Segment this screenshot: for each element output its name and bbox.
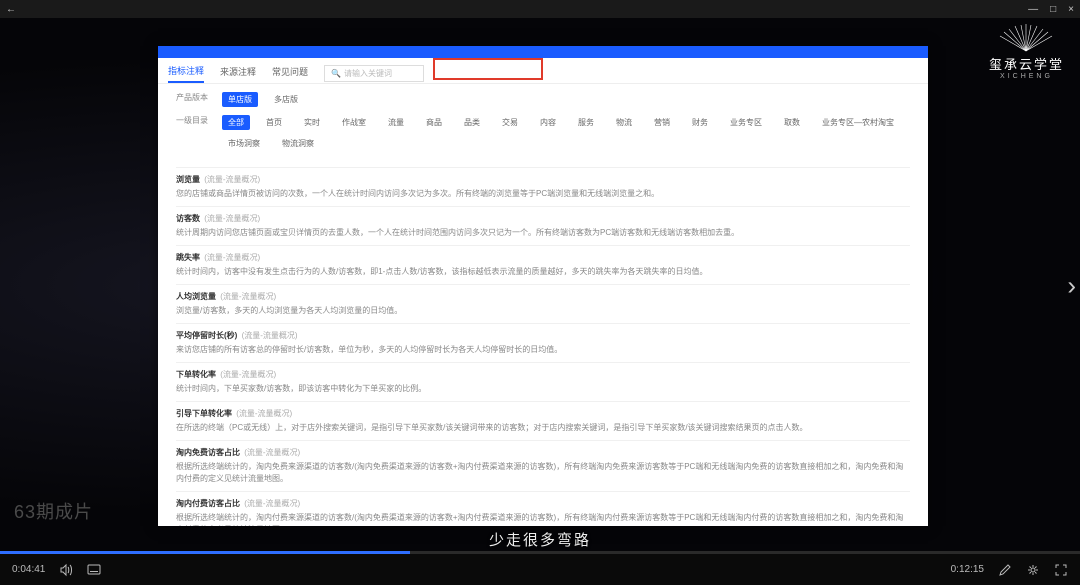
category-opt[interactable]: 内容 xyxy=(534,115,562,130)
category-opt[interactable]: 营销 xyxy=(648,115,676,130)
minimize-button[interactable]: — xyxy=(1028,4,1038,15)
term-title: 平均停留时长(秒) (流量-流量概况) xyxy=(176,330,910,342)
next-video-button[interactable]: › xyxy=(1067,271,1076,302)
player-controls: 0:04:41 0:12:15 xyxy=(0,554,1080,585)
category-opt[interactable]: 财务 xyxy=(686,115,714,130)
term-title: 跳失率 (流量-流量概况) xyxy=(176,252,910,264)
term-block: 浏览量 (流量-流量概况) 您的店铺或商品详情页被访问的次数，一个人在统计时间内访… xyxy=(176,167,910,206)
term-title: 访客数 (流量-流量概况) xyxy=(176,213,910,225)
category-opt[interactable]: 市场洞察 xyxy=(222,136,266,151)
fullscreen-icon[interactable] xyxy=(1054,563,1068,577)
settings-icon[interactable] xyxy=(1026,563,1040,577)
category-opt[interactable]: 业务专区—农村淘宝 xyxy=(816,115,900,130)
volume-icon[interactable] xyxy=(59,563,73,577)
term-block: 引导下单转化率 (流量-流量概况) 在所选的终端（PC或无线）上，对于店外搜索关键… xyxy=(176,401,910,440)
category-label: 一级目录 xyxy=(176,115,212,126)
term-title: 下单转化率 (流量-流量概况) xyxy=(176,369,910,381)
tab-faq[interactable]: 常见问题 xyxy=(272,65,308,82)
brand-watermark: 玺承云学堂 XICHENG xyxy=(989,24,1064,80)
term-description: 在所选的终端（PC或无线）上，对于店外搜索关键词，是指引导下单买家数/该关键词带… xyxy=(176,422,910,434)
term-description: 统计时间内，访客中没有发生点击行为的人数/访客数，即1-点击人数/访客数，该指标… xyxy=(176,266,910,278)
total-time: 0:12:15 xyxy=(951,564,984,575)
term-title: 淘内免费访客占比 (流量-流量概况) xyxy=(176,447,910,459)
term-title: 引导下单转化率 (流量-流量概况) xyxy=(176,408,910,420)
term-block: 跳失率 (流量-流量概况) 统计时间内，访客中没有发生点击行为的人数/访客数，即1… xyxy=(176,245,910,284)
category-opt[interactable]: 全部 xyxy=(222,115,250,130)
header-bar xyxy=(158,46,928,58)
version-label: 产品版本 xyxy=(176,92,212,103)
category-opt[interactable]: 商品 xyxy=(420,115,448,130)
category-opt[interactable]: 流量 xyxy=(382,115,410,130)
filter-section: 产品版本 单店版 多店版 一级目录 全部首页实时作战室流量商品品类交易内容服务物… xyxy=(158,84,928,167)
category-opt[interactable]: 物流洞察 xyxy=(276,136,320,151)
maximize-button[interactable]: □ xyxy=(1050,4,1056,15)
term-block: 平均停留时长(秒) (流量-流量概况) 来访您店铺的所有访客总的停留时长/访客数，… xyxy=(176,323,910,362)
category-opt[interactable]: 交易 xyxy=(496,115,524,130)
caption-icon[interactable] xyxy=(87,563,101,577)
watermark-subtitle: XICHENG xyxy=(989,73,1064,80)
category-opt[interactable]: 取数 xyxy=(778,115,806,130)
subtitle-text: 少走很多弯路 xyxy=(489,529,591,550)
term-description: 统计周期内访问您店铺页面或宝贝详情页的去重人数，一个人在统计时间范围内访问多次只… xyxy=(176,227,910,239)
video-area[interactable]: 玺承云学堂 XICHENG 指标注释 来源注释 常见问题 🔍 请输入关键词 产品… xyxy=(0,18,1080,554)
version-opt-multi[interactable]: 多店版 xyxy=(268,92,304,107)
tab-row: 指标注释 来源注释 常见问题 🔍 请输入关键词 xyxy=(158,58,928,84)
edit-icon[interactable] xyxy=(998,563,1012,577)
category-opt[interactable]: 首页 xyxy=(260,115,288,130)
term-block: 淘内免费访客占比 (流量-流量概况) 根据所选终端统计的，淘内免费来源渠道的访客数… xyxy=(176,440,910,491)
progress-bar[interactable] xyxy=(0,551,1080,554)
back-button[interactable]: ← xyxy=(6,4,16,15)
background-title: 63期成片 xyxy=(14,498,93,524)
category-opt[interactable]: 品类 xyxy=(458,115,486,130)
tab-metric-notes[interactable]: 指标注释 xyxy=(168,64,204,83)
term-description: 来访您店铺的所有访客总的停留时长/访客数，单位为秒，多天的人均停留时长为各天人均… xyxy=(176,344,910,356)
search-icon: 🔍 xyxy=(331,69,341,78)
progress-fill xyxy=(0,551,410,554)
term-description: 统计时间内，下单买家数/访客数，即该访客中转化为下单买家的比例。 xyxy=(176,383,910,395)
term-title: 浏览量 (流量-流量概况) xyxy=(176,174,910,186)
book-fan-icon xyxy=(996,24,1056,52)
category-opt[interactable]: 物流 xyxy=(610,115,638,130)
term-block: 访客数 (流量-流量概况) 统计周期内访问您店铺页面或宝贝详情页的去重人数，一个人… xyxy=(176,206,910,245)
category-opt[interactable]: 业务专区 xyxy=(724,115,768,130)
close-button[interactable]: × xyxy=(1068,4,1074,15)
tab-source-notes[interactable]: 来源注释 xyxy=(220,65,256,82)
search-input[interactable]: 🔍 请输入关键词 xyxy=(324,65,424,82)
term-description: 浏览量/访客数，多天的人均浏览量为各天人均浏览量的日均值。 xyxy=(176,305,910,317)
term-description: 根据所选终端统计的，淘内免费来源渠道的访客数/(淘内免费渠道来源的访客数+淘内付… xyxy=(176,461,910,485)
document-panel: 指标注释 来源注释 常见问题 🔍 请输入关键词 产品版本 单店版 多店版 一级目… xyxy=(158,46,928,526)
search-placeholder: 请输入关键词 xyxy=(344,68,392,79)
term-block: 人均浏览量 (流量-流量概况) 浏览量/访客数，多天的人均浏览量为各天人均浏览量的… xyxy=(176,284,910,323)
category-opt[interactable]: 实时 xyxy=(298,115,326,130)
terms-list: 浏览量 (流量-流量概况) 您的店铺或商品详情页被访问的次数，一个人在统计时间内访… xyxy=(158,167,928,526)
term-description: 您的店铺或商品详情页被访问的次数，一个人在统计时间内访问多次记为多次。所有终端的… xyxy=(176,188,910,200)
version-opt-single[interactable]: 单店版 xyxy=(222,92,258,107)
term-title: 淘内付费访客占比 (流量-流量概况) xyxy=(176,498,910,510)
term-block: 下单转化率 (流量-流量概况) 统计时间内，下单买家数/访客数，即该访客中转化为下… xyxy=(176,362,910,401)
term-title: 人均浏览量 (流量-流量概况) xyxy=(176,291,910,303)
category-opt[interactable]: 作战室 xyxy=(336,115,372,130)
window-titlebar: ← — □ × xyxy=(0,0,1080,18)
term-description: 根据所选终端统计的，淘内付费来源渠道的访客数/(淘内免费渠道来源的访客数+淘内付… xyxy=(176,512,910,526)
current-time: 0:04:41 xyxy=(12,564,45,575)
category-opt[interactable]: 服务 xyxy=(572,115,600,130)
term-block: 淘内付费访客占比 (流量-流量概况) 根据所选终端统计的，淘内付费来源渠道的访客数… xyxy=(176,491,910,526)
watermark-title: 玺承云学堂 xyxy=(989,54,1064,73)
